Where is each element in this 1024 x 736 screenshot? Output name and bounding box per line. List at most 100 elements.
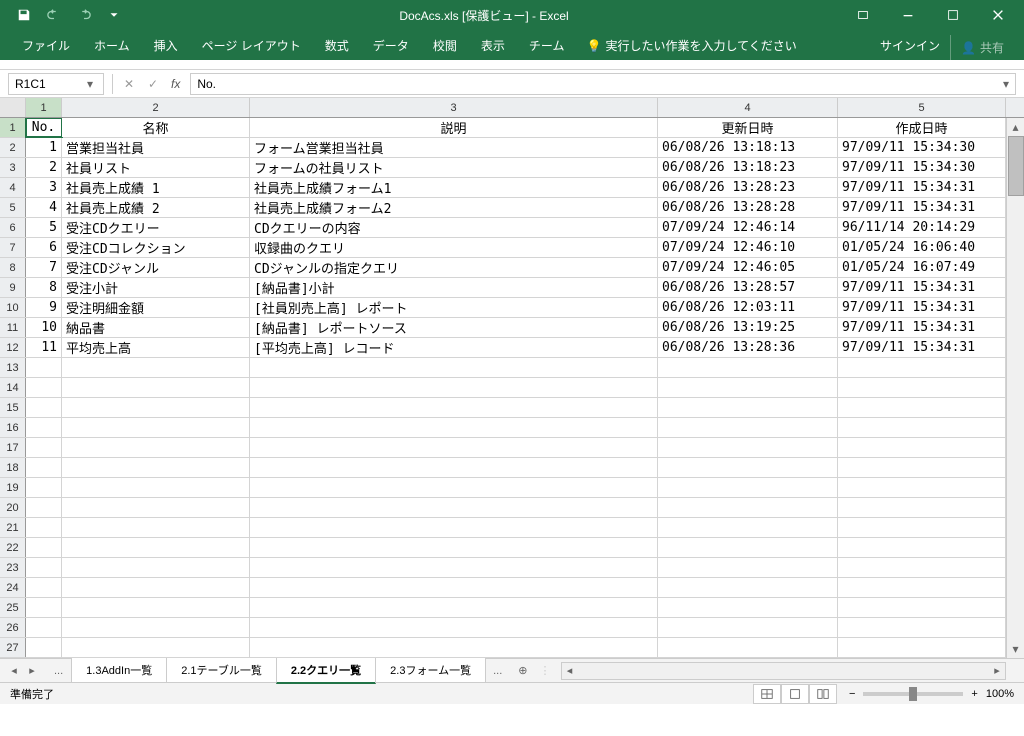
cell[interactable] [62, 418, 250, 437]
cell[interactable] [658, 398, 838, 417]
cell[interactable] [658, 518, 838, 537]
cell[interactable] [250, 378, 658, 397]
row-header[interactable]: 27 [0, 638, 26, 657]
sheet-tab-table[interactable]: 2.1テーブル一覧 [166, 658, 277, 683]
page-layout-view-button[interactable] [781, 684, 809, 704]
column-header-2[interactable]: 2 [62, 98, 250, 117]
tab-insert[interactable]: 挿入 [142, 31, 190, 60]
row-header[interactable]: 5 [0, 198, 26, 217]
cell[interactable] [26, 558, 62, 577]
new-sheet-button[interactable]: ⊕ [510, 664, 535, 677]
cell[interactable] [838, 638, 1006, 657]
cell[interactable] [26, 578, 62, 597]
row-header[interactable]: 1 [0, 118, 26, 137]
row-header[interactable]: 22 [0, 538, 26, 557]
cell-name[interactable]: 社員リスト [62, 158, 250, 177]
cell[interactable] [250, 638, 658, 657]
cell-name[interactable]: 平均売上高 [62, 338, 250, 357]
cell-header-desc[interactable]: 説明 [250, 118, 658, 137]
cell[interactable] [250, 558, 658, 577]
formula-expand-icon[interactable]: ▾ [1003, 77, 1009, 91]
cell-updated[interactable]: 06/08/26 13:28:57 [658, 278, 838, 297]
normal-view-button[interactable] [753, 684, 781, 704]
cell[interactable] [250, 398, 658, 417]
cell-no[interactable]: 1 [26, 138, 62, 157]
cell[interactable] [250, 538, 658, 557]
cell[interactable] [838, 358, 1006, 377]
cell[interactable] [250, 418, 658, 437]
cell-name[interactable]: 受注CDクエリー [62, 218, 250, 237]
minimize-button[interactable] [885, 0, 930, 30]
cell[interactable] [838, 598, 1006, 617]
cell-name[interactable]: 受注CDコレクション [62, 238, 250, 257]
row-header[interactable]: 10 [0, 298, 26, 317]
scroll-left-icon[interactable]: ◂ [562, 664, 578, 677]
zoom-slider[interactable] [863, 692, 963, 696]
cell[interactable] [62, 498, 250, 517]
cell[interactable] [658, 478, 838, 497]
cell[interactable] [26, 498, 62, 517]
cell-created[interactable]: 97/09/11 15:34:31 [838, 278, 1006, 297]
cell-name[interactable]: 受注CDジャンル [62, 258, 250, 277]
row-header[interactable]: 26 [0, 618, 26, 637]
vertical-scrollbar[interactable]: ▴ ▾ [1006, 118, 1024, 658]
page-break-view-button[interactable] [809, 684, 837, 704]
qat-customize-button[interactable] [100, 3, 128, 27]
cell[interactable] [658, 358, 838, 377]
cell-no[interactable]: 2 [26, 158, 62, 177]
cell[interactable] [658, 598, 838, 617]
tab-review[interactable]: 校閲 [421, 31, 469, 60]
sheet-more-left[interactable]: ... [46, 665, 71, 677]
cell[interactable] [62, 378, 250, 397]
cell[interactable] [26, 618, 62, 637]
sheet-nav-prev[interactable]: ▸ [24, 664, 40, 677]
cell[interactable] [838, 398, 1006, 417]
cell-no[interactable]: 4 [26, 198, 62, 217]
cell-created[interactable]: 96/11/14 20:14:29 [838, 218, 1006, 237]
cell-updated[interactable]: 06/08/26 13:28:23 [658, 178, 838, 197]
cell[interactable] [838, 458, 1006, 477]
cell[interactable] [62, 638, 250, 657]
zoom-knob[interactable] [909, 687, 917, 701]
undo-button[interactable] [40, 3, 68, 27]
column-header-1[interactable]: 1 [26, 98, 62, 117]
cell-updated[interactable]: 06/08/26 12:03:11 [658, 298, 838, 317]
sheet-more-right[interactable]: ... [485, 665, 510, 677]
cell-created[interactable]: 97/09/11 15:34:31 [838, 318, 1006, 337]
grid-body[interactable]: 1 No. 名称 説明 更新日時 作成日時 2 1 営業担当社員 フォーム営業担… [0, 118, 1024, 658]
cell-desc[interactable]: フォームの社員リスト [250, 158, 658, 177]
cell-created[interactable]: 97/09/11 15:34:31 [838, 338, 1006, 357]
cell-no[interactable]: 6 [26, 238, 62, 257]
row-header[interactable]: 20 [0, 498, 26, 517]
cell-updated[interactable]: 06/08/26 13:18:13 [658, 138, 838, 157]
cell[interactable] [62, 558, 250, 577]
cell[interactable] [62, 538, 250, 557]
cell[interactable] [658, 378, 838, 397]
cell[interactable] [838, 418, 1006, 437]
horizontal-scrollbar[interactable]: ◂ ▸ [561, 662, 1006, 680]
cell-created[interactable]: 97/09/11 15:34:30 [838, 138, 1006, 157]
cell-name[interactable]: 社員売上成績 1 [62, 178, 250, 197]
cell-desc[interactable]: [平均売上高] レコード [250, 338, 658, 357]
ribbon-display-button[interactable] [840, 0, 885, 30]
cell-no[interactable]: 3 [26, 178, 62, 197]
row-header[interactable]: 21 [0, 518, 26, 537]
cell-no[interactable]: 8 [26, 278, 62, 297]
row-header[interactable]: 19 [0, 478, 26, 497]
row-header[interactable]: 3 [0, 158, 26, 177]
cell-updated[interactable]: 06/08/26 13:28:28 [658, 198, 838, 217]
cell[interactable] [838, 538, 1006, 557]
cell-updated[interactable]: 07/09/24 12:46:14 [658, 218, 838, 237]
cell-desc[interactable]: [納品書]小計 [250, 278, 658, 297]
row-header[interactable]: 7 [0, 238, 26, 257]
row-header[interactable]: 15 [0, 398, 26, 417]
cell-name[interactable]: 受注明細金額 [62, 298, 250, 317]
cell-no[interactable]: 9 [26, 298, 62, 317]
cell[interactable] [62, 578, 250, 597]
cell[interactable] [658, 578, 838, 597]
cell[interactable] [250, 498, 658, 517]
row-header[interactable]: 17 [0, 438, 26, 457]
cell-desc[interactable]: CDクエリーの内容 [250, 218, 658, 237]
row-header[interactable]: 9 [0, 278, 26, 297]
zoom-out-button[interactable]: − [849, 688, 855, 700]
